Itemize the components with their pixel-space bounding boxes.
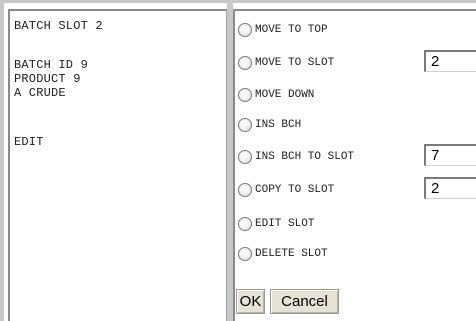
option-ins-bch[interactable]: INS BCH: [238, 116, 301, 134]
option-ins-bch-to-slot[interactable]: INS BCH TO SLOT: [238, 148, 354, 166]
radio-icon[interactable]: [238, 88, 252, 102]
option-label: MOVE DOWN: [255, 89, 315, 101]
batch-info-panel: [8, 9, 227, 321]
move-to-slot-input[interactable]: 2: [424, 50, 476, 72]
option-label: INS BCH: [255, 119, 302, 131]
ins-bch-to-slot-input[interactable]: 7: [424, 144, 476, 166]
option-label: EDIT SLOT: [255, 218, 315, 230]
batch-id-text: BATCH ID 9: [14, 58, 89, 72]
radio-icon[interactable]: [238, 150, 252, 164]
radio-icon[interactable]: [238, 217, 252, 231]
option-label: DELETE SLOT: [255, 248, 328, 260]
radio-icon[interactable]: [238, 118, 252, 132]
option-label: INS BCH TO SLOT: [255, 151, 355, 163]
option-delete-slot[interactable]: DELETE SLOT: [238, 245, 328, 263]
frame-top-border: [0, 0, 476, 3]
radio-icon[interactable]: [238, 23, 252, 37]
option-label: MOVE TO SLOT: [255, 57, 335, 69]
cancel-button[interactable]: Cancel: [270, 289, 339, 314]
option-copy-to-slot[interactable]: COPY TO SLOT: [238, 181, 334, 199]
option-move-to-slot[interactable]: MOVE TO SLOT: [238, 54, 334, 72]
option-label: MOVE TO TOP: [255, 24, 328, 36]
option-edit-slot[interactable]: EDIT SLOT: [238, 215, 314, 233]
product-name-text: A CRUDE: [14, 86, 66, 100]
option-move-to-top[interactable]: MOVE TO TOP: [238, 21, 328, 39]
ok-button[interactable]: OK: [236, 289, 265, 314]
copy-to-slot-input[interactable]: 2: [424, 177, 476, 199]
radio-icon[interactable]: [238, 247, 252, 261]
radio-icon[interactable]: [238, 56, 252, 70]
batch-slot-text: BATCH SLOT 2: [14, 19, 103, 33]
mode-text: EDIT: [14, 135, 44, 149]
batch-slot-dialog: BATCH SLOT 2 BATCH ID 9 PRODUCT 9 A CRUD…: [0, 0, 476, 321]
product-text: PRODUCT 9: [14, 72, 81, 86]
radio-icon[interactable]: [238, 183, 252, 197]
option-label: COPY TO SLOT: [255, 184, 335, 196]
frame-left-border: [0, 0, 4, 321]
option-move-down[interactable]: MOVE DOWN: [238, 86, 314, 104]
